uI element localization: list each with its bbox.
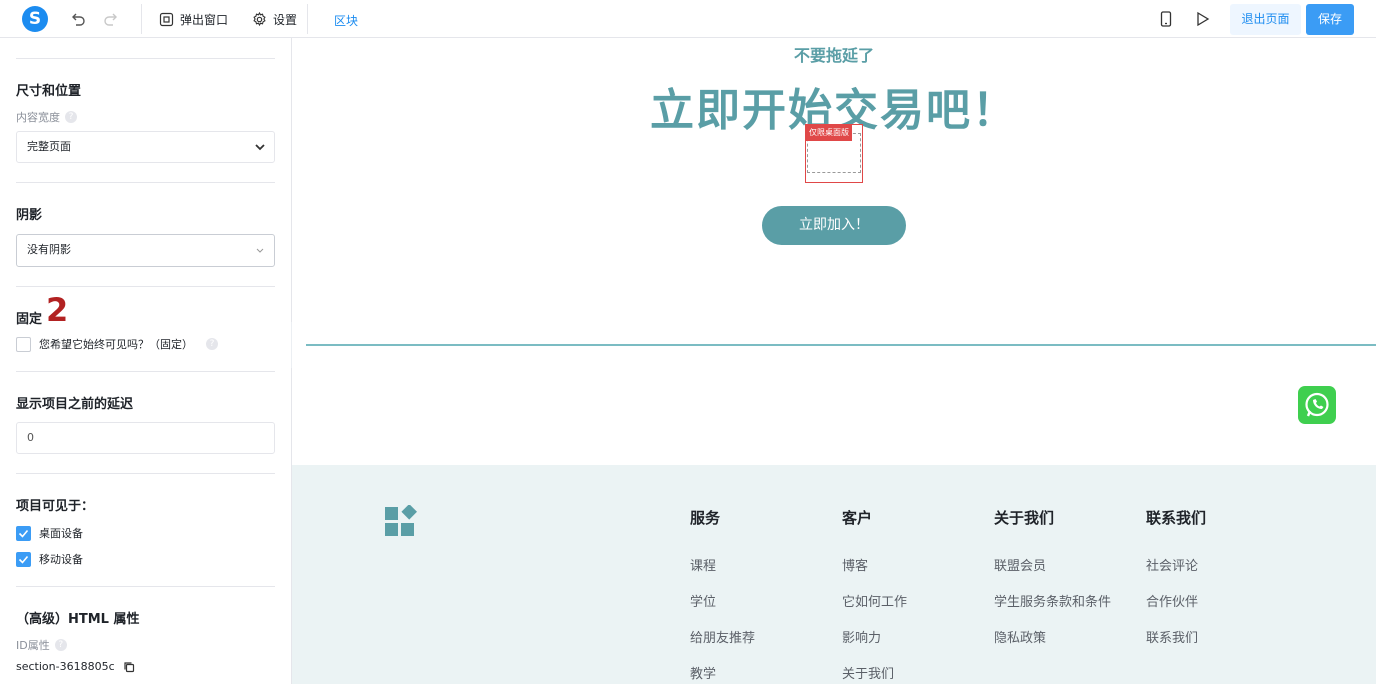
fixed-checkbox-row[interactable]: 您希望它始终可见吗？（固定） (16, 336, 193, 352)
top-toolbar: S 弹出窗口 设置 区块 退出页面 保存 (0, 0, 1376, 38)
footer-link[interactable]: 博客 (842, 555, 907, 591)
check-icon (18, 529, 29, 538)
footer-link[interactable]: 学位 (690, 591, 755, 627)
divider (16, 286, 275, 287)
footer-column-about: 关于我们 联盟会员 学生服务条款和条件 隐私政策 (994, 507, 1111, 663)
desktop-checkbox[interactable] (16, 525, 31, 541)
save-button[interactable]: 保存 (1306, 4, 1354, 35)
divider (16, 586, 275, 587)
footer-column-title: 客户 (842, 509, 873, 527)
shadow-value: 没有阴影 (27, 243, 71, 256)
html-section-title: （高级）HTML 属性 (16, 612, 140, 627)
divider (16, 182, 275, 183)
id-value-row: section-3618805c (16, 660, 135, 673)
id-label-text: ID属性 (16, 639, 50, 652)
footer-link[interactable]: 合作伙伴 (1146, 591, 1206, 627)
content-width-label-text: 内容宽度 (16, 111, 60, 124)
whatsapp-icon (1305, 392, 1329, 417)
popup-icon (159, 12, 174, 26)
footer-link[interactable]: 联盟会员 (994, 555, 1111, 591)
footer: 服务 课程 学位 给朋友推荐 教学 客户 博客 它如何工作 影响力 关于我们 关… (292, 465, 1376, 684)
exit-page-button[interactable]: 退出页面 (1230, 4, 1301, 35)
copy-icon[interactable] (123, 661, 135, 673)
footer-link[interactable]: 社会评论 (1146, 555, 1206, 591)
page-canvas: 不要拖延了 立即开始交易吧！ 仅限桌面版 立即加入！ 服务 课程 学位 给朋友推… (292, 38, 1376, 684)
delay-value: 0 (27, 431, 34, 444)
visible-section-title: 项目可见于： (16, 499, 95, 514)
help-icon[interactable]: ? (65, 111, 77, 123)
whatsapp-button[interactable] (1298, 386, 1336, 424)
footer-link[interactable]: 它如何工作 (842, 591, 907, 627)
fixed-checkbox[interactable] (16, 336, 31, 352)
footer-link[interactable]: 关于我们 (842, 663, 907, 684)
app-logo[interactable]: S (22, 6, 48, 32)
footer-column-title: 联系我们 (1146, 509, 1207, 527)
help-icon[interactable]: ? (54, 639, 67, 651)
mobile-checkbox-row[interactable]: 移动设备 (16, 551, 83, 567)
join-now-button[interactable]: 立即加入！ (762, 206, 906, 245)
content-width-value: 完整页面 (27, 140, 71, 153)
mobile-checkbox[interactable] (16, 551, 31, 567)
popup-button[interactable]: 弹出窗口 (159, 0, 228, 38)
shadow-select[interactable]: 没有阴影 (16, 234, 275, 267)
redo-icon[interactable] (103, 10, 121, 28)
divider (16, 371, 275, 372)
mobile-preview-icon[interactable] (1157, 10, 1175, 28)
popup-label: 弹出窗口 (180, 12, 229, 27)
tab-block[interactable]: 区块 (334, 12, 358, 29)
check-icon (18, 555, 29, 564)
fixed-section-title: 固定 (16, 312, 43, 327)
footer-link[interactable]: 隐私政策 (994, 627, 1111, 663)
chevron-down-icon (256, 248, 264, 253)
footer-column-title: 服务 (690, 509, 721, 527)
id-label: ID属性 ? (16, 637, 67, 653)
content-width-label: 内容宽度 ? (16, 109, 77, 125)
footer-column-services: 服务 课程 学位 给朋友推荐 教学 (690, 507, 755, 684)
desktop-only-tag: 仅限桌面版 (806, 125, 852, 141)
fixed-checkbox-label: 您希望它始终可见吗？（固定） (39, 338, 193, 351)
footer-link[interactable]: 课程 (690, 555, 755, 591)
desktop-only-element[interactable]: 仅限桌面版 (805, 124, 863, 183)
size-section-title: 尺寸和位置 (16, 84, 82, 99)
mobile-label: 移动设备 (39, 553, 83, 566)
delay-input[interactable]: 0 (16, 422, 275, 454)
delay-section-title: 显示项目之前的延迟 (16, 397, 134, 412)
help-icon[interactable]: ? (206, 338, 218, 350)
divider (16, 58, 275, 59)
section-divider-line[interactable] (306, 344, 1376, 346)
footer-column-title: 关于我们 (994, 509, 1055, 527)
desktop-label: 桌面设备 (39, 527, 83, 540)
undo-icon[interactable] (68, 10, 86, 28)
footer-link[interactable]: 给朋友推荐 (690, 627, 755, 663)
settings-button[interactable]: 设置 (252, 0, 297, 38)
toolbar-divider (141, 4, 142, 34)
shadow-section-title: 阴影 (16, 208, 43, 223)
footer-link[interactable]: 联系我们 (1146, 627, 1206, 663)
annotation-number: 2 (46, 291, 69, 329)
chevron-down-icon (255, 144, 265, 151)
desktop-checkbox-row[interactable]: 桌面设备 (16, 525, 83, 541)
settings-sidebar: 尺寸和位置 内容宽度 ? 完整页面 阴影 没有阴影 固定 2 您希望它始终可见吗… (0, 38, 292, 684)
cta-subtitle[interactable]: 不要拖延了 (292, 42, 1376, 66)
footer-column-customers: 客户 博客 它如何工作 影响力 关于我们 (842, 507, 907, 684)
brand-logo-icon (385, 505, 417, 536)
footer-column-contact: 联系我们 社会评论 合作伙伴 联系我们 (1146, 507, 1206, 663)
footer-link[interactable]: 学生服务条款和条件 (994, 591, 1111, 627)
footer-link[interactable]: 教学 (690, 663, 755, 684)
play-preview-icon[interactable] (1193, 10, 1211, 28)
divider (16, 473, 275, 474)
settings-label: 设置 (273, 12, 298, 27)
toolbar-divider (307, 4, 308, 34)
footer-link[interactable]: 影响力 (842, 627, 907, 663)
content-width-select[interactable]: 完整页面 (16, 131, 275, 163)
id-value: section-3618805c (16, 660, 115, 673)
gear-icon (253, 11, 266, 26)
